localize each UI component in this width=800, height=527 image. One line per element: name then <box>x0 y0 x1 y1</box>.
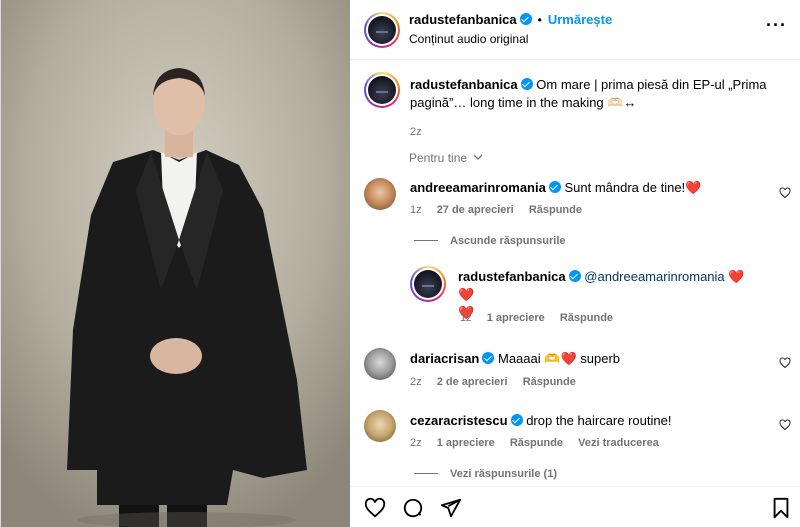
comment-item: cezaracristescu drop the haircare routin… <box>350 410 800 454</box>
comment-icon[interactable] <box>402 497 424 519</box>
heart-emoji: ❤️ <box>685 180 702 195</box>
comment-time: 2z <box>410 376 422 388</box>
comment-text: drop the haircare routine! <box>526 413 672 428</box>
post-side-panel: radustefanbanica • Urmărește Conținut audi… <box>350 0 800 527</box>
more-icon[interactable]: ··· <box>766 16 787 34</box>
comment-time: 2z <box>410 437 422 449</box>
view-replies[interactable]: Vezi răspunsurile (1) <box>350 468 800 480</box>
follow-button[interactable]: Urmărește <box>548 12 612 27</box>
man-in-black-coat-image <box>1 0 350 527</box>
caption-emoji: 🫶🏻↔ <box>607 95 637 110</box>
hide-replies[interactable]: Ascunde răspunsurile <box>350 234 800 250</box>
divider <box>414 240 438 241</box>
action-bar <box>350 486 800 527</box>
comment-likes[interactable]: 1 apreciere <box>437 437 495 449</box>
author-avatar[interactable] <box>364 12 400 48</box>
mention-link[interactable]: @andreeamarinromania <box>584 269 724 284</box>
comment-time: 1z <box>410 204 422 216</box>
comment-meta: 2z 1 apreciere Răspunde Vezi traducerea <box>410 437 671 449</box>
reply-button[interactable]: Răspunde <box>523 376 576 388</box>
author-username[interactable]: radustefanbanica <box>409 12 517 27</box>
comment-text-block: dariacrisan Maaaai 🫶❤️ superb <box>410 350 620 368</box>
verified-icon <box>510 414 523 426</box>
like-comment-icon[interactable] <box>779 419 791 431</box>
divider <box>414 473 438 474</box>
post-header: radustefanbanica • Urmărește Conținut audi… <box>350 0 800 60</box>
reply-meta: 1z 1 apreciere Răspunde <box>460 312 625 324</box>
comment-text: Sunt mândra de tine! <box>564 180 686 195</box>
comment-likes[interactable]: 27 de aprecieri <box>437 204 514 216</box>
reply-username[interactable]: radustefanbanica <box>458 269 566 284</box>
instagram-post-view: radustefanbanica • Urmărește Conținut audi… <box>0 0 800 527</box>
bookmark-icon[interactable] <box>771 497 791 519</box>
comment-text: Maaaai <box>498 351 541 366</box>
author-line: radustefanbanica • Urmărește <box>409 12 612 27</box>
comment-meta: 2z 2 de aprecieri Răspunde <box>410 376 588 388</box>
comment-text-block: andreeamarinromania Sunt mândra de tine!… <box>410 179 701 197</box>
like-comment-icon[interactable] <box>779 187 791 199</box>
comment-item: andreeamarinromania Sunt mândra de tine!… <box>350 176 800 226</box>
heart-emoji: 🫶❤️ <box>544 351 577 366</box>
reply-button[interactable]: Răspunde <box>510 437 563 449</box>
caption-text-block: radustefanbanica Om mare | prima piesă d… <box>410 76 780 112</box>
comment-username[interactable]: andreeamarinromania <box>410 180 546 195</box>
comment-likes[interactable]: 2 de aprecieri <box>437 376 508 388</box>
audio-label[interactable]: Conținut audio original <box>409 32 528 46</box>
caption-time: 2z <box>410 126 422 138</box>
verified-icon <box>548 181 561 193</box>
reply-likes[interactable]: 1 apreciere <box>487 312 545 324</box>
comments-list: radustefanbanica Om mare | prima piesă d… <box>350 60 800 480</box>
reply-avatar[interactable] <box>410 266 446 302</box>
comment-item: dariacrisan Maaaai 🫶❤️ superb 2z 2 de ap… <box>350 346 800 390</box>
heart-icon[interactable] <box>364 497 386 519</box>
translate-button[interactable]: Vezi traducerea <box>578 437 659 449</box>
verified-icon <box>482 352 495 364</box>
like-comment-icon[interactable] <box>779 357 791 369</box>
reply-button[interactable]: Răspunde <box>560 312 613 324</box>
verified-icon <box>520 78 533 90</box>
comment-text-block: cezaracristescu drop the haircare routin… <box>410 412 671 430</box>
reply-time: 1z <box>460 312 472 324</box>
filter-label: Pentru tine <box>409 151 468 165</box>
comment-text: superb <box>580 351 621 366</box>
commenter-avatar[interactable] <box>364 348 396 380</box>
comment-username[interactable]: cezaracristescu <box>410 413 508 428</box>
verified-icon <box>568 270 581 282</box>
view-replies-label: Vezi răspunsurile (1) <box>450 468 557 480</box>
caption-avatar[interactable] <box>364 72 400 108</box>
verified-icon <box>519 13 532 25</box>
caption-username[interactable]: radustefanbanica <box>410 77 518 92</box>
hide-replies-label: Ascunde răspunsurile <box>450 235 566 247</box>
commenter-avatar[interactable] <box>364 410 396 442</box>
separator-dot: • <box>537 13 542 27</box>
comment-meta: 1z 27 de aprecieri Răspunde <box>410 204 594 216</box>
commenter-avatar[interactable] <box>364 178 396 210</box>
reply-button[interactable]: Răspunde <box>529 204 582 216</box>
share-icon[interactable] <box>440 497 462 519</box>
reply-item: radustefanbanica @andreeamarinromania ❤️… <box>350 264 800 332</box>
chevron-down-icon <box>473 154 483 160</box>
caption-row: radustefanbanica Om mare | prima piesă d… <box>350 70 800 140</box>
comment-filter[interactable]: Pentru tine <box>350 150 800 170</box>
comment-username[interactable]: dariacrisan <box>410 351 479 366</box>
post-photo[interactable] <box>1 0 350 527</box>
